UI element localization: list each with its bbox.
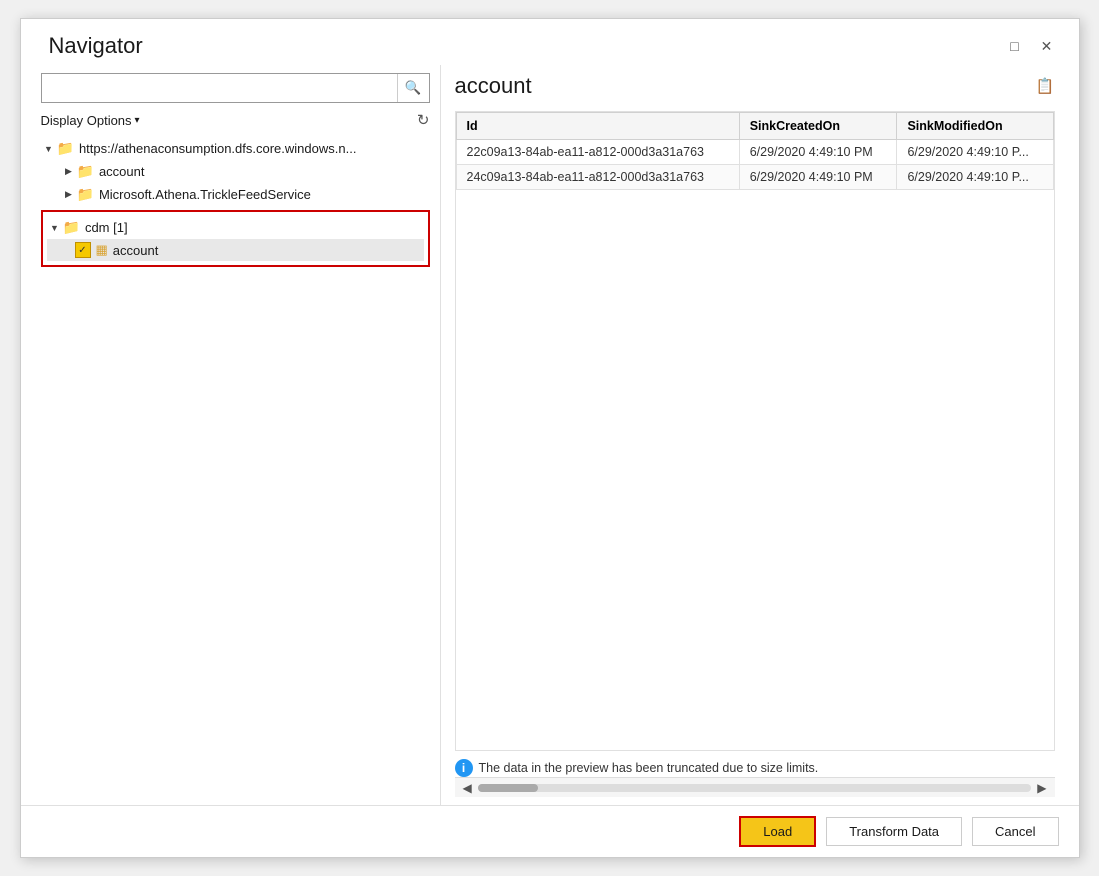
root-url-label: https://athenaconsumption.dfs.core.windo…: [79, 141, 357, 156]
cancel-button[interactable]: Cancel: [972, 817, 1058, 846]
tree-item-account[interactable]: ▶ 📁 account: [61, 160, 430, 183]
navigator-dialog: Navigator □ ✕ 🔍 Display Options ▾ ↻: [20, 18, 1080, 858]
display-options-row: Display Options ▾ ↻: [41, 111, 430, 129]
notice-text: The data in the preview has been truncat…: [479, 761, 819, 775]
account-label: account: [99, 164, 145, 179]
info-notice: i The data in the preview has been trunc…: [455, 759, 1055, 777]
search-button[interactable]: 🔍: [397, 74, 429, 102]
table-cell: 6/29/2020 4:49:10 PM: [739, 165, 897, 190]
tree-root-item[interactable]: ▼ 📁 https://athenaconsumption.dfs.core.w…: [41, 137, 430, 160]
main-content: 🔍 Display Options ▾ ↻ ▼ 📁 https://athena…: [21, 65, 1079, 805]
title-controls: □ ✕: [1003, 34, 1059, 58]
collapse-icon: ▼: [47, 223, 63, 233]
tree-root-children: ▶ 📁 account ▶ 📁 Microsoft.Athena.Trickle…: [41, 160, 430, 206]
folder-icon: 📁: [57, 140, 74, 157]
right-header: account 📋: [455, 73, 1055, 99]
preview-title: account: [455, 73, 532, 99]
preview-action-button[interactable]: 📋: [1036, 77, 1055, 95]
search-input[interactable]: [42, 77, 397, 100]
search-bar: 🔍: [41, 73, 430, 103]
cdm-group: ▼ 📁 cdm [1] ✓ ▦ account: [41, 210, 430, 267]
table-cell: 6/29/2020 4:49:10 P...: [897, 165, 1053, 190]
minimize-button[interactable]: □: [1003, 34, 1027, 58]
left-panel: 🔍 Display Options ▾ ↻ ▼ 📁 https://athena…: [31, 65, 441, 805]
table-row: 24c09a13-84ab-ea11-a812-000d3a31a7636/29…: [456, 165, 1053, 190]
right-panel: account 📋 Id SinkCreatedOn SinkModifiedO…: [441, 65, 1069, 805]
account-checked-item[interactable]: ✓ ▦ account: [47, 239, 424, 261]
scroll-track[interactable]: [478, 784, 1032, 792]
refresh-button[interactable]: ↻: [417, 111, 430, 129]
load-button[interactable]: Load: [739, 816, 816, 847]
col-header-sinkmodifiedon: SinkModifiedOn: [897, 113, 1053, 140]
table-icon: ▦: [96, 242, 108, 258]
cdm-group-header[interactable]: ▼ 📁 cdm [1]: [43, 216, 428, 239]
collapse-icon: ▼: [41, 144, 57, 154]
chevron-down-icon: ▾: [135, 115, 140, 126]
folder-icon: 📁: [77, 163, 94, 180]
scroll-left-button[interactable]: ◀: [461, 781, 474, 795]
expand-icon: ▶: [61, 166, 77, 177]
display-options-label: Display Options: [41, 113, 132, 128]
footer: Load Transform Data Cancel: [21, 805, 1079, 857]
microsoft-athena-label: Microsoft.Athena.TrickleFeedService: [99, 187, 311, 202]
data-table-wrapper: Id SinkCreatedOn SinkModifiedOn 22c09a13…: [455, 111, 1055, 751]
tree-item-microsoft-athena[interactable]: ▶ 📁 Microsoft.Athena.TrickleFeedService: [61, 183, 430, 206]
account-checked-label: account: [113, 243, 159, 258]
expand-icon: ▶: [61, 189, 77, 200]
dialog-title: Navigator: [49, 33, 143, 59]
tree-area: ▼ 📁 https://athenaconsumption.dfs.core.w…: [41, 137, 430, 797]
col-header-sinkcreatedon: SinkCreatedOn: [739, 113, 897, 140]
table-cell: 24c09a13-84ab-ea11-a812-000d3a31a763: [456, 165, 739, 190]
checkbox-checked-icon[interactable]: ✓: [75, 242, 91, 258]
cdm-label: cdm [1]: [85, 220, 128, 235]
data-table: Id SinkCreatedOn SinkModifiedOn 22c09a13…: [456, 112, 1054, 190]
scroll-right-button[interactable]: ▶: [1035, 781, 1048, 795]
folder-icon: 📁: [63, 219, 80, 236]
table-cell: 22c09a13-84ab-ea11-a812-000d3a31a763: [456, 140, 739, 165]
table-row: 22c09a13-84ab-ea11-a812-000d3a31a7636/29…: [456, 140, 1053, 165]
close-button[interactable]: ✕: [1035, 34, 1059, 58]
info-icon: i: [455, 759, 473, 777]
transform-data-button[interactable]: Transform Data: [826, 817, 962, 846]
col-header-id: Id: [456, 113, 739, 140]
scroll-thumb[interactable]: [478, 784, 538, 792]
horizontal-scrollbar: ◀ ▶: [455, 777, 1055, 797]
folder-icon: 📁: [77, 186, 94, 203]
table-cell: 6/29/2020 4:49:10 PM: [739, 140, 897, 165]
title-bar: Navigator □ ✕: [21, 19, 1079, 65]
display-options-button[interactable]: Display Options ▾: [41, 113, 140, 128]
table-cell: 6/29/2020 4:49:10 P...: [897, 140, 1053, 165]
